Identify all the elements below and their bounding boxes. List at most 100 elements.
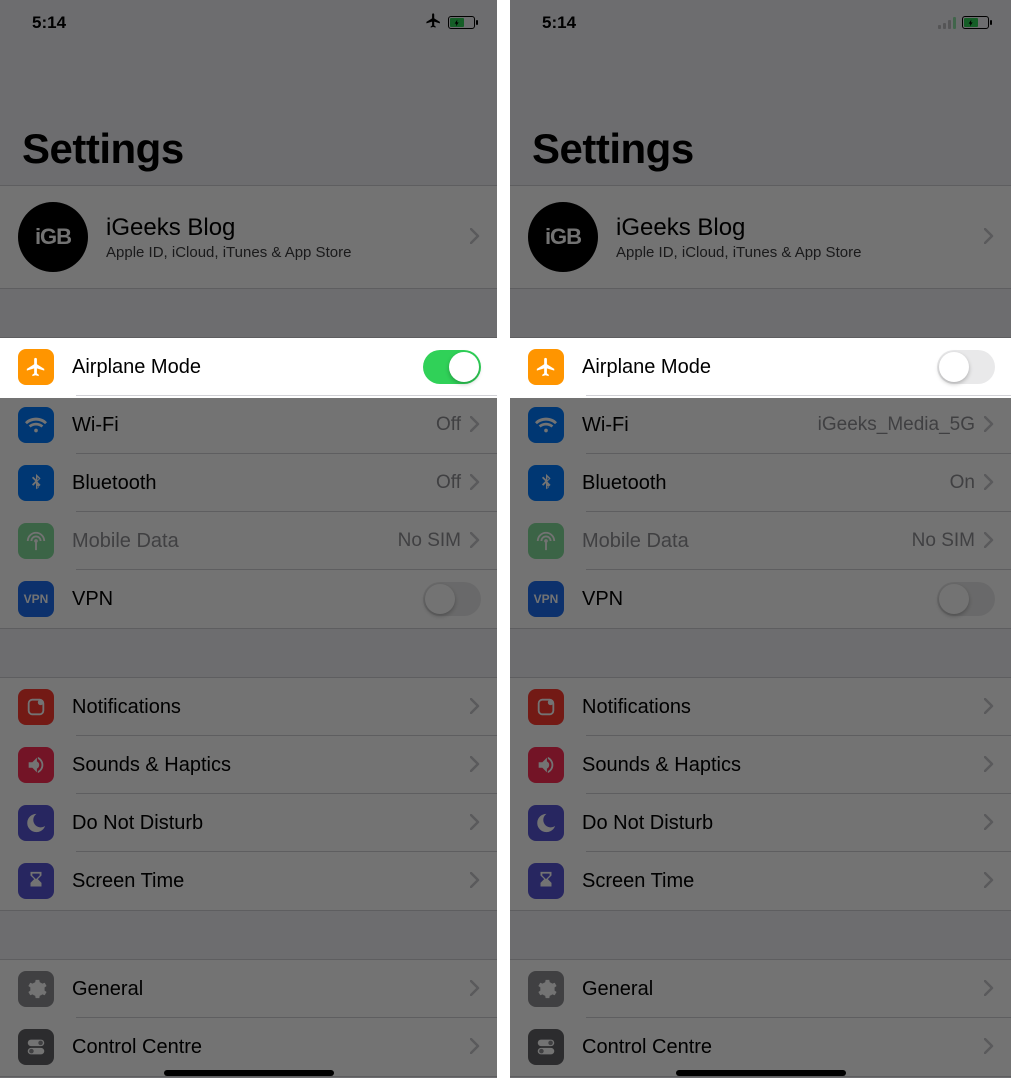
chevron-icon (983, 224, 995, 250)
gear-icon (528, 971, 564, 1007)
apple-id-section: iGB iGeeks Blog Apple ID, iCloud, iTunes… (0, 185, 497, 289)
bluetooth-label: Bluetooth (582, 472, 950, 495)
wifi-value: Off (436, 414, 461, 436)
wifi-value: iGeeks_Media_5G (818, 414, 975, 436)
vpn-row[interactable]: VPN VPN (510, 570, 1011, 628)
notifications-row[interactable]: Notifications (0, 678, 497, 736)
airplane-mode-row[interactable]: Airplane Mode (0, 338, 497, 396)
notifications-section: Notifications Sounds & Haptics Do Not Di… (0, 677, 497, 911)
hourglass-icon (18, 863, 54, 899)
dnd-label: Do Not Disturb (72, 812, 469, 835)
general-label: General (72, 978, 469, 1001)
vpn-icon: VPN (528, 581, 564, 617)
vpn-toggle[interactable] (937, 582, 995, 616)
bluetooth-row[interactable]: Bluetooth Off (0, 454, 497, 512)
page-title: Settings (0, 45, 497, 185)
notifications-icon (528, 689, 564, 725)
chevron-icon (469, 868, 481, 894)
vpn-icon: VPN (18, 581, 54, 617)
mobile-label: Mobile Data (72, 530, 398, 553)
notifications-icon (18, 689, 54, 725)
avatar: iGB (528, 202, 598, 272)
screenshot-divider (497, 0, 510, 1078)
chevron-icon (983, 810, 995, 836)
home-indicator[interactable] (676, 1070, 846, 1076)
chevron-icon (983, 976, 995, 1002)
status-bar: 5:14 (510, 0, 1011, 45)
control-centre-label: Control Centre (582, 1036, 983, 1059)
chevron-icon (983, 528, 995, 554)
general-row[interactable]: General (510, 960, 1011, 1018)
sounds-label: Sounds & Haptics (582, 754, 983, 777)
moon-icon (18, 805, 54, 841)
phone-right: 5:14 Settings iGB iGeeks Blog Apple ID, … (510, 0, 1011, 1078)
control-centre-row[interactable]: Control Centre (0, 1018, 497, 1076)
airplane-toggle[interactable] (937, 350, 995, 384)
wifi-row[interactable]: Wi-Fi Off (0, 396, 497, 454)
general-section: General Control Centre (0, 959, 497, 1077)
chevron-icon (983, 694, 995, 720)
bluetooth-value: On (950, 472, 975, 494)
chevron-icon (983, 412, 995, 438)
apple-id-section: iGB iGeeks Blog Apple ID, iCloud, iTunes… (510, 185, 1011, 289)
toggles-icon (528, 1029, 564, 1065)
toggles-icon (18, 1029, 54, 1065)
antenna-icon (18, 523, 54, 559)
battery-icon (448, 16, 475, 29)
mobile-data-row[interactable]: Mobile Data No SIM (510, 512, 1011, 570)
control-centre-row[interactable]: Control Centre (510, 1018, 1011, 1076)
chevron-icon (983, 752, 995, 778)
chevron-icon (469, 1034, 481, 1060)
bluetooth-icon (18, 465, 54, 501)
airplane-toggle[interactable] (423, 350, 481, 384)
apple-id-row[interactable]: iGB iGeeks Blog Apple ID, iCloud, iTunes… (510, 186, 1011, 288)
dnd-row[interactable]: Do Not Disturb (0, 794, 497, 852)
apple-id-row[interactable]: iGB iGeeks Blog Apple ID, iCloud, iTunes… (0, 186, 497, 288)
vpn-label: VPN (72, 588, 423, 611)
signal-icon (938, 17, 956, 29)
chevron-icon (469, 470, 481, 496)
wifi-row[interactable]: Wi-Fi iGeeks_Media_5G (510, 396, 1011, 454)
airplane-mode-row[interactable]: Airplane Mode (510, 338, 1011, 396)
page-title: Settings (510, 45, 1011, 185)
mobile-label: Mobile Data (582, 530, 912, 553)
apple-id-sub: Apple ID, iCloud, iTunes & App Store (106, 244, 469, 261)
chevron-icon (983, 470, 995, 496)
mobile-value: No SIM (912, 530, 975, 552)
status-time: 5:14 (542, 13, 576, 33)
connectivity-section: Airplane Mode Wi-Fi iGeeks_Media_5G Blue… (510, 337, 1011, 629)
general-row[interactable]: General (0, 960, 497, 1018)
apple-id-name: iGeeks Blog (106, 214, 469, 242)
speaker-icon (18, 747, 54, 783)
gear-icon (18, 971, 54, 1007)
control-centre-label: Control Centre (72, 1036, 469, 1059)
bluetooth-value: Off (436, 472, 461, 494)
vpn-toggle[interactable] (423, 582, 481, 616)
airplane-label: Airplane Mode (582, 356, 937, 379)
sounds-row[interactable]: Sounds & Haptics (0, 736, 497, 794)
bluetooth-icon (528, 465, 564, 501)
chevron-icon (983, 868, 995, 894)
airplane-label: Airplane Mode (72, 356, 423, 379)
screentime-label: Screen Time (582, 870, 983, 893)
bluetooth-row[interactable]: Bluetooth On (510, 454, 1011, 512)
connectivity-section: Airplane Mode Wi-Fi Off Bluetooth Off Mo… (0, 337, 497, 629)
wifi-icon (18, 407, 54, 443)
chevron-icon (469, 412, 481, 438)
wifi-label: Wi-Fi (582, 414, 818, 437)
hourglass-icon (528, 863, 564, 899)
notifications-label: Notifications (72, 696, 469, 719)
home-indicator[interactable] (164, 1070, 334, 1076)
notifications-row[interactable]: Notifications (510, 678, 1011, 736)
vpn-row[interactable]: VPN VPN (0, 570, 497, 628)
sounds-row[interactable]: Sounds & Haptics (510, 736, 1011, 794)
screentime-row[interactable]: Screen Time (510, 852, 1011, 910)
status-time: 5:14 (32, 13, 66, 33)
dnd-row[interactable]: Do Not Disturb (510, 794, 1011, 852)
mobile-data-row[interactable]: Mobile Data No SIM (0, 512, 497, 570)
airplane-indicator-icon (425, 12, 442, 34)
battery-icon (962, 16, 989, 29)
screentime-row[interactable]: Screen Time (0, 852, 497, 910)
notifications-section: Notifications Sounds & Haptics Do Not Di… (510, 677, 1011, 911)
apple-id-name: iGeeks Blog (616, 214, 983, 242)
